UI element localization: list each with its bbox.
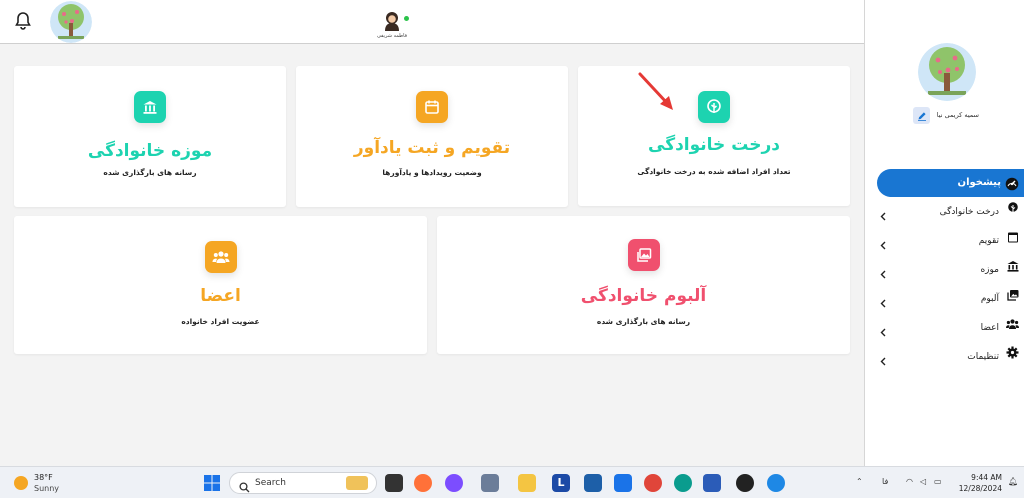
museum-icon (1007, 257, 1019, 272)
tree-icon (1007, 199, 1019, 213)
chevron-left-icon (879, 322, 887, 337)
l-app-icon[interactable]: L (552, 474, 570, 492)
card-subtitle: وضعیت رویدادها و یادآورها (382, 168, 482, 177)
media-player-icon[interactable] (736, 474, 754, 492)
pencil-icon (917, 111, 926, 121)
task-view-icon[interactable] (385, 474, 403, 492)
copilot-icon[interactable] (445, 474, 463, 492)
file-explorer-icon[interactable] (518, 474, 536, 492)
sidebar-item-label: درخت خانوادگی (939, 207, 999, 217)
taskbar-clock[interactable]: 9:44 AM 12/28/2024 (950, 472, 1002, 494)
weather-temperature: 38°F (34, 473, 53, 482)
header-user[interactable]: فاطمه شریفی (372, 9, 412, 39)
museum-card[interactable]: موزه خانوادگی رسانه های بارگذاری شده (14, 66, 286, 207)
user-avatar[interactable] (381, 9, 409, 31)
family-tree-logo[interactable] (50, 1, 92, 43)
header-user-name: فاطمه شریفی (376, 33, 408, 39)
chevron-left-icon (879, 293, 887, 308)
gallery-icon (627, 239, 660, 271)
card-subtitle: تعداد افراد اضافه شده به درخت خانوادگی (637, 167, 791, 176)
profile-name: سمیه کریمی نیا (936, 111, 979, 119)
clock-time: 9:44 AM (971, 473, 1002, 482)
bell-icon[interactable] (14, 11, 32, 31)
sidebar-item-calendar[interactable]: تقویم (877, 228, 1024, 250)
card-title: موزه خانوادگی (87, 141, 213, 161)
edit-profile-button[interactable] (913, 107, 930, 124)
right-sidebar: سمیه کریمی نیا پیشخوان درخت خانوادگی تقو… (864, 0, 1024, 466)
volume-icon[interactable]: ◁ (920, 477, 926, 486)
store-icon[interactable] (584, 474, 602, 492)
calendar-card[interactable]: تقویم و ثبت یادآور وضعیت رویدادها و یادآ… (296, 66, 568, 207)
album-card[interactable]: آلبوم خانوادگی رسانه های بارگذاری شده (437, 216, 850, 354)
remote-app-icon[interactable] (614, 474, 632, 492)
online-status-dot (404, 16, 409, 21)
language-indicator[interactable]: فا (882, 477, 888, 486)
sun-icon (14, 476, 28, 490)
group-icon (204, 241, 237, 273)
sidebar-item-label: تقویم (978, 236, 999, 246)
chevron-left-icon (879, 235, 887, 250)
app-icon[interactable] (767, 474, 785, 492)
photos-icon[interactable] (481, 474, 499, 492)
sidebar-item-label: اعضا (980, 323, 999, 333)
sidebar-item-label: تنظیمات (967, 352, 999, 362)
card-title: تقویم و ثبت یادآور (353, 138, 511, 158)
chevron-left-icon (879, 206, 887, 221)
family-tree-card[interactable]: درخت خانوادگی تعداد افراد اضافه شده به د… (578, 66, 850, 206)
sidebar-item-album[interactable]: آلبوم (877, 286, 1024, 308)
chevron-left-icon (879, 264, 887, 279)
calendar-icon (1007, 228, 1019, 243)
search-icon (239, 478, 250, 493)
card-subtitle: رسانه های بارگذاری شده (596, 317, 691, 326)
gear-icon (1006, 344, 1019, 359)
gallery-icon (1007, 286, 1019, 301)
sidebar-item-label: پیشخوان (957, 177, 1001, 188)
red-arrow-annotation (638, 72, 673, 110)
battery-icon[interactable]: ▭ (934, 477, 942, 486)
chrome-icon[interactable] (644, 474, 662, 492)
dashboard-icon (1005, 176, 1019, 191)
sidebar-item-dashboard[interactable]: پیشخوان (877, 169, 1024, 197)
card-title: درخت خانوادگی (648, 135, 780, 155)
edge-icon[interactable] (674, 474, 692, 492)
search-highlight-icon (346, 476, 368, 490)
profile-avatar[interactable] (918, 43, 976, 101)
clock-date: 12/28/2024 (958, 484, 1002, 493)
sidebar-item-label: موزه (980, 265, 999, 275)
search-label: Search (255, 478, 286, 488)
calendar-icon (416, 91, 448, 123)
members-card[interactable]: اعضا عضویت افراد خانواده (14, 216, 427, 354)
chevron-up-icon[interactable]: ⌃ (856, 477, 863, 486)
wifi-icon[interactable]: ◠ (906, 477, 913, 486)
museum-icon (134, 91, 166, 123)
windows-start-icon[interactable] (203, 474, 221, 492)
sidebar-item-label: آلبوم (980, 294, 999, 304)
card-subtitle: عضویت افراد خانواده (181, 317, 260, 326)
firefox-icon[interactable] (414, 474, 432, 492)
card-subtitle: رسانه های بارگذاری شده (103, 168, 197, 177)
card-title: اعضا (200, 286, 241, 306)
top-bar: فاطمه شریفی (0, 0, 864, 44)
group-icon (1006, 315, 1019, 329)
sidebar-item-museum[interactable]: موزه (877, 257, 1024, 279)
sidebar-item-family-tree[interactable]: درخت خانوادگی (877, 199, 1024, 221)
word-icon[interactable] (703, 474, 721, 492)
sidebar-item-settings[interactable]: تنظیمات (877, 344, 1024, 366)
windows-taskbar: 38°F Sunny Search L ⌃ فا ◠ ◁ ▭ 9:44 AM 1… (0, 466, 1024, 498)
sidebar-item-members[interactable]: اعضا (877, 315, 1024, 337)
card-title: آلبوم خانوادگی (580, 286, 707, 306)
tree-icon (698, 91, 730, 123)
chevron-left-icon (879, 351, 887, 366)
notification-bell-icon[interactable]: 🔔︎ (1008, 477, 1018, 486)
taskbar-search[interactable]: Search (229, 472, 377, 494)
weather-condition: Sunny (34, 484, 60, 493)
